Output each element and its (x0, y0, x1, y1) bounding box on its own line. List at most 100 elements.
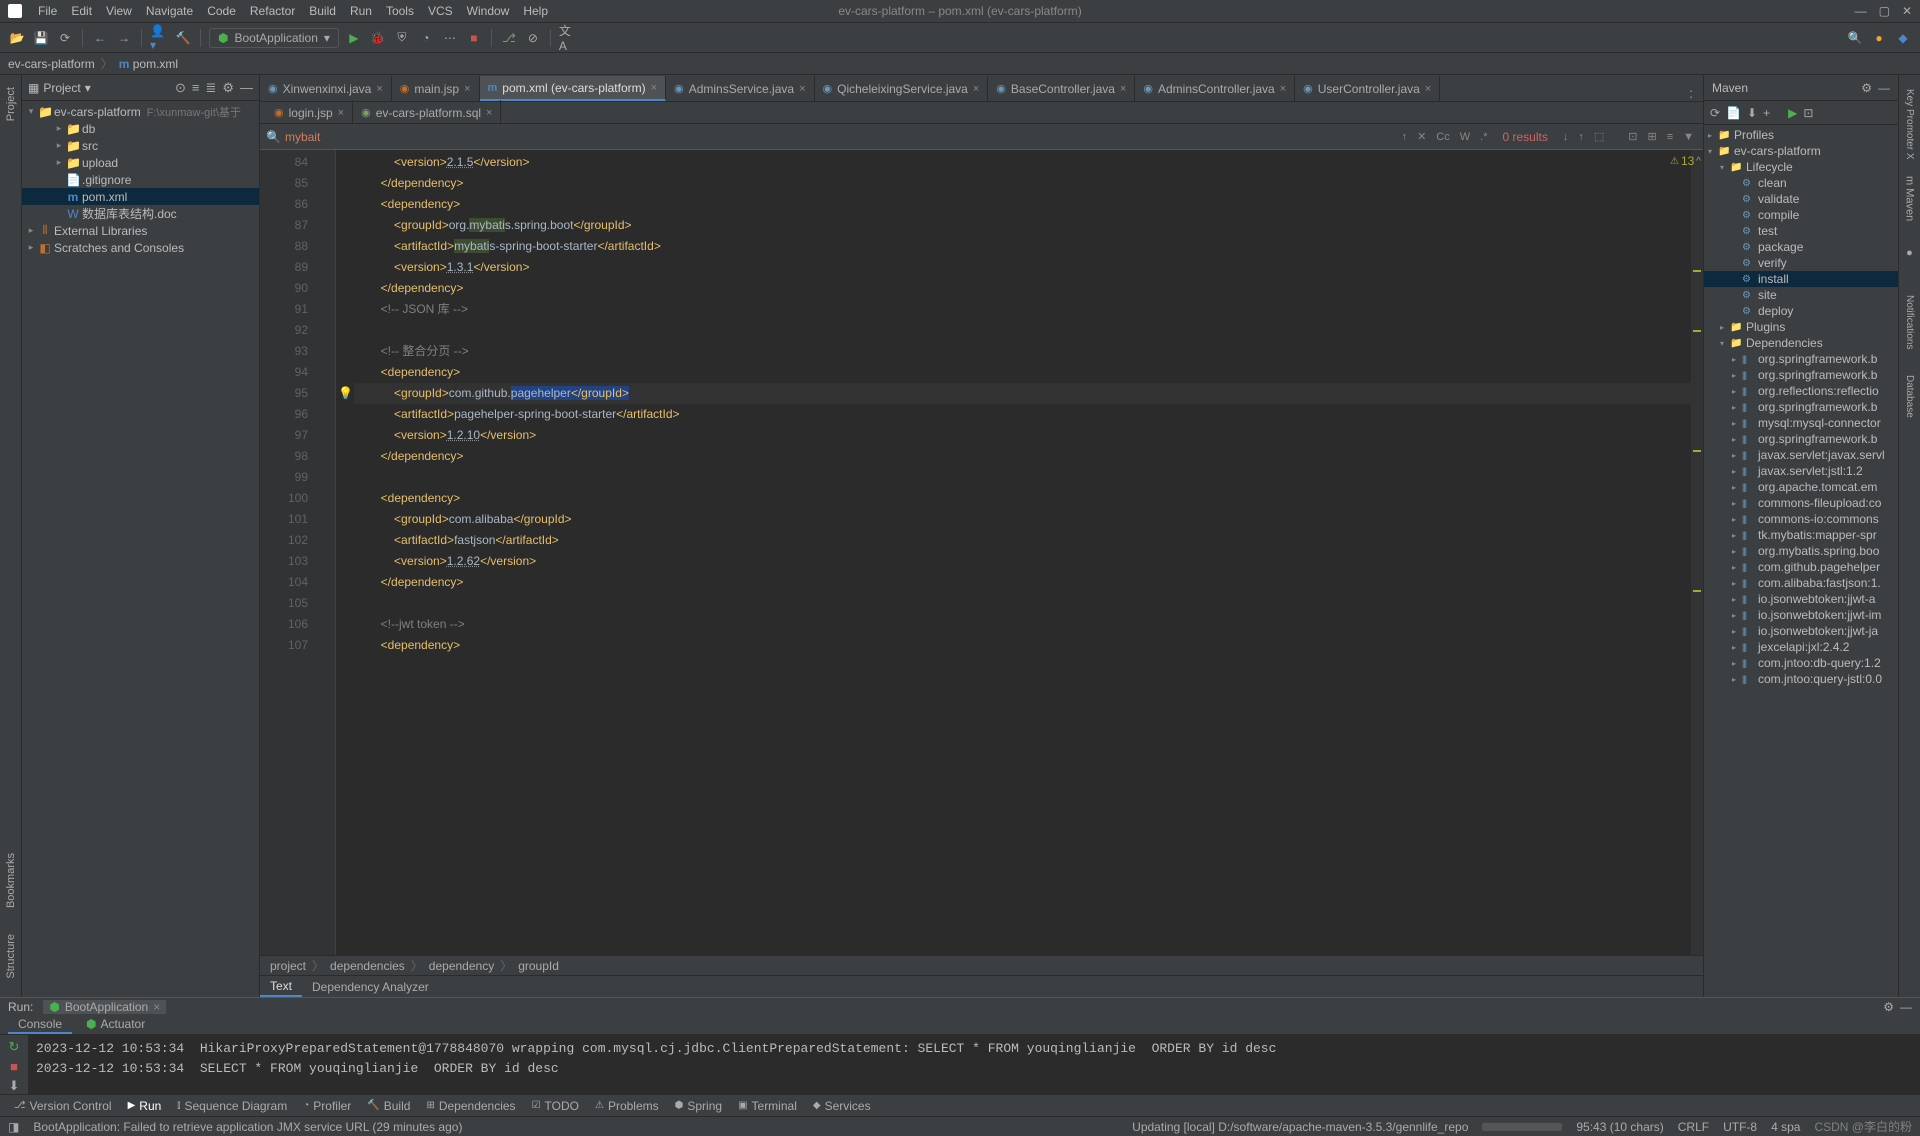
hide-icon[interactable]: — (1900, 1000, 1912, 1014)
close-icon[interactable]: × (1425, 83, 1431, 95)
progress-bar[interactable] (1482, 1123, 1562, 1131)
gear-icon[interactable]: ⚙ (1883, 1000, 1894, 1014)
tree-item-src[interactable]: ▸📁src (22, 137, 259, 154)
new-window-icon[interactable]: ⊡ (1625, 130, 1640, 143)
avatar-icon[interactable]: ● (1870, 29, 1888, 47)
close-icon[interactable]: × (338, 107, 344, 119)
menu-view[interactable]: View (100, 2, 138, 20)
maven-dep-1[interactable]: ▸org.springframework.b (1704, 367, 1898, 383)
bottom-tab-version-control[interactable]: ⎇Version Control (8, 1099, 118, 1113)
maven-lifecycle[interactable]: ▾Lifecycle (1704, 159, 1898, 175)
close-icon[interactable]: × (486, 107, 492, 119)
tab-basecontroller-java[interactable]: BaseController.java× (988, 76, 1135, 101)
etab-text[interactable]: Text (260, 976, 302, 997)
regex-icon[interactable]: .* (1477, 131, 1490, 143)
close-icon[interactable]: × (1280, 83, 1286, 95)
maven-dep-4[interactable]: ▸mysql:mysql-connector (1704, 415, 1898, 431)
maven-dep-7[interactable]: ▸javax.servlet:jstl:1.2 (1704, 463, 1898, 479)
close-icon[interactable]: × (153, 1000, 160, 1014)
maven-profiles[interactable]: ▸Profiles (1704, 127, 1898, 143)
stop-icon[interactable]: ■ (10, 1059, 18, 1074)
tab-usercontroller-java[interactable]: UserController.java× (1295, 76, 1440, 101)
download-icon[interactable]: ⬇ (1747, 106, 1757, 120)
tree-root[interactable]: ▾📁ev-cars-platformF:\xunmaw-git\基于 (22, 103, 259, 120)
user-icon[interactable]: 👤▾ (150, 29, 168, 47)
tree-item-db[interactable]: ▸📁db (22, 120, 259, 137)
menu-refactor[interactable]: Refactor (244, 2, 301, 20)
error-stripe[interactable]: ⚠ 13 ^ (1691, 150, 1703, 955)
profile-icon[interactable]: ◔ (417, 29, 435, 47)
menu-help[interactable]: Help (517, 2, 554, 20)
run-maven-icon[interactable]: ▶ (1788, 106, 1797, 120)
menu-run[interactable]: Run (344, 2, 378, 20)
status-eol[interactable]: CRLF (1678, 1120, 1709, 1134)
maven-dep-19[interactable]: ▸com.jntoo:db-query:1.2 (1704, 655, 1898, 671)
bottom-tab-profiler[interactable]: ◔Profiler (297, 1099, 357, 1113)
add-selection-icon[interactable]: ⊞ (1644, 130, 1659, 143)
close-icon[interactable]: × (1120, 83, 1126, 95)
close-icon[interactable]: × (464, 83, 470, 95)
status-encoding[interactable]: UTF-8 (1723, 1120, 1757, 1134)
back-icon[interactable]: ← (91, 29, 109, 47)
maven-dep-2[interactable]: ▸org.reflections:reflectio (1704, 383, 1898, 399)
maven-dep-16[interactable]: ▸io.jsonwebtoken:jjwt-im (1704, 607, 1898, 623)
clear-icon[interactable]: ✕ (1414, 130, 1429, 143)
maven-dep-17[interactable]: ▸io.jsonwebtoken:jjwt-ja (1704, 623, 1898, 639)
filter-icon[interactable]: ▼ (1680, 131, 1697, 143)
maven-goal-test[interactable]: test (1704, 223, 1898, 239)
maven-project[interactable]: ▾ev-cars-platform (1704, 143, 1898, 159)
key-promoter-tab[interactable]: Key Promoter X (1902, 81, 1917, 168)
expand-all-icon[interactable]: ≡ (192, 80, 200, 95)
save-icon[interactable]: 💾 (32, 29, 50, 47)
reload-icon[interactable]: ⟳ (1710, 106, 1720, 120)
hide-icon[interactable]: — (240, 80, 253, 95)
tree-item-upload[interactable]: ▸📁upload (22, 154, 259, 171)
maven-goal-deploy[interactable]: deploy (1704, 303, 1898, 319)
bottom-tab-todo[interactable]: ☑TODO (526, 1099, 585, 1113)
maven-goal-site[interactable]: site (1704, 287, 1898, 303)
status-position[interactable]: 95:43 (10 chars) (1576, 1120, 1663, 1134)
maven-dep-10[interactable]: ▸commons-io:commons (1704, 511, 1898, 527)
history-icon[interactable]: ⊘ (524, 29, 542, 47)
tab-xinwenxinxi-java[interactable]: Xinwenxinxi.java× (260, 76, 392, 101)
maven-dep-6[interactable]: ▸javax.servlet:javax.servl (1704, 447, 1898, 463)
maven-goal-validate[interactable]: validate (1704, 191, 1898, 207)
execute-icon[interactable]: ⊡ (1803, 106, 1813, 120)
console-output[interactable]: 2023-12-12 10:53:34 HikariProxyPreparedS… (28, 1035, 1920, 1094)
run-config-selector[interactable]: ⬢ BootApplication ▾ (209, 28, 339, 48)
crumb-dependency[interactable]: dependency (429, 959, 494, 973)
tree-item-.gitignore[interactable]: 📄.gitignore (22, 171, 259, 188)
maven-goal-verify[interactable]: verify (1704, 255, 1898, 271)
maven-dependencies[interactable]: ▾Dependencies (1704, 335, 1898, 351)
console-tab[interactable]: Console (8, 1016, 72, 1034)
open-icon[interactable]: 📂 (8, 29, 26, 47)
minimize-icon[interactable]: — (1855, 4, 1867, 18)
maven-dep-14[interactable]: ▸com.alibaba:fastjson:1. (1704, 575, 1898, 591)
crumb-project[interactable]: project (270, 959, 306, 973)
maven-dep-12[interactable]: ▸org.mybatis.spring.boo (1704, 543, 1898, 559)
menu-build[interactable]: Build (303, 2, 342, 20)
tree-item-pom.xml[interactable]: mpom.xml (22, 188, 259, 205)
bottom-tab-terminal[interactable]: ▣Terminal (732, 1099, 803, 1113)
search-everywhere-icon[interactable]: 🔍 (1846, 29, 1864, 47)
debug-icon[interactable]: 🐞 (369, 29, 387, 47)
refresh-icon[interactable]: ⟳ (56, 29, 74, 47)
maven-goal-clean[interactable]: clean (1704, 175, 1898, 191)
menu-vcs[interactable]: VCS (422, 2, 459, 20)
bottom-tab-services[interactable]: ◆Services (807, 1099, 877, 1113)
close-icon[interactable]: × (651, 82, 657, 94)
maven-goal-compile[interactable]: compile (1704, 207, 1898, 223)
maven-dep-13[interactable]: ▸com.github.pagehelper (1704, 559, 1898, 575)
forward-icon[interactable]: → (115, 29, 133, 47)
bean-tab[interactable]: ● (1902, 239, 1918, 267)
generate-icon[interactable]: 📄 (1726, 106, 1741, 120)
maven-dep-20[interactable]: ▸com.jntoo:query-jstl:0.0 (1704, 671, 1898, 687)
tree-item-数据库表结构.doc[interactable]: W数据库表结构.doc (22, 205, 259, 222)
run-icon[interactable]: ▶ (345, 29, 363, 47)
structure-tool-tab[interactable]: Structure (3, 926, 19, 987)
actuator-tab[interactable]: ⬢ Actuator (76, 1016, 155, 1034)
close-icon[interactable]: ✕ (1902, 4, 1912, 18)
status-icon[interactable]: ◨ (8, 1120, 19, 1134)
add-icon[interactable]: + (1763, 106, 1770, 120)
menu-window[interactable]: Window (461, 2, 516, 20)
